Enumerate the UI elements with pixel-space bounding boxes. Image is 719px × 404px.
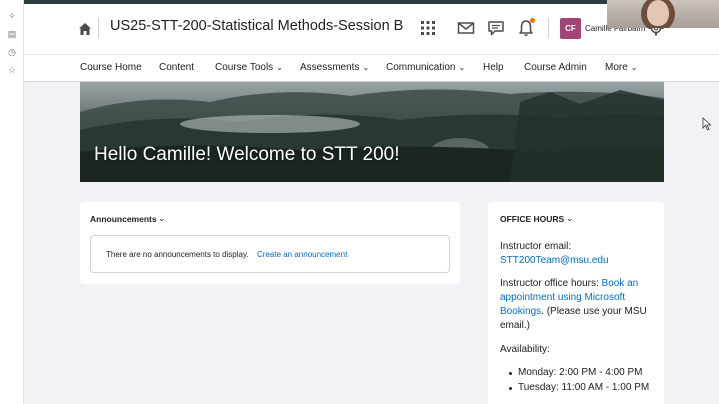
star-icon[interactable]: ☆ <box>6 64 18 76</box>
nav-assessments[interactable]: Assessments ⌄ <box>300 62 369 73</box>
nav-label: Assessments <box>300 62 360 73</box>
mouse-cursor-icon <box>702 117 712 131</box>
hours-label: Instructor office hours: <box>500 278 599 289</box>
welcome-message: Hello Camille! Welcome to STT 200! <box>94 144 400 165</box>
chat-icon[interactable] <box>486 18 506 38</box>
nav-course-home[interactable]: Course Home <box>80 62 142 73</box>
nav-help[interactable]: Help <box>483 62 504 73</box>
home-icon[interactable] <box>78 22 92 36</box>
nav-label: Communication <box>386 62 456 73</box>
create-announcement-link[interactable]: Create an announcement <box>257 250 347 259</box>
nav-content[interactable]: Content <box>159 62 194 73</box>
forest-landscape-image <box>80 89 664 182</box>
browser-side-rail: ✧ ▤ ◷ ☆ <box>0 0 24 404</box>
nav-course-tools[interactable]: Course Tools ⌄ <box>215 62 283 73</box>
announcements-box: There are no announcements to display. C… <box>90 235 450 273</box>
chevron-down-icon: ⌄ <box>458 63 466 72</box>
app-grid-icon[interactable] <box>418 18 438 38</box>
course-title[interactable]: US25-STT-200-Statistical Methods-Session… <box>110 18 403 34</box>
nav-more[interactable]: More ⌄ <box>605 62 638 73</box>
course-navbar: Course Home Content Course Tools ⌄ Assess… <box>24 54 719 82</box>
email-label: Instructor email: <box>500 241 572 252</box>
nav-label: Course Admin <box>524 62 587 73</box>
bullet <box>509 387 512 390</box>
mail-icon[interactable] <box>456 18 476 38</box>
sparkle-icon[interactable]: ✧ <box>6 10 18 22</box>
history-icon[interactable]: ◷ <box>6 46 18 58</box>
availability-label: Availability: <box>500 344 550 355</box>
availability-item: Tuesday: 11:00 AM - 1:00 PM <box>518 382 650 393</box>
webcam-face <box>647 0 669 26</box>
chevron-down-icon: ⌄ <box>362 63 370 72</box>
nav-course-admin[interactable]: Course Admin <box>524 62 587 73</box>
chevron-down-icon[interactable]: ⌄ <box>566 213 574 224</box>
hero-banner: Hello Camille! Welcome to STT 200! <box>80 82 664 182</box>
office-hours-description: Instructor office hours: Book an appoint… <box>500 277 660 333</box>
nav-communication[interactable]: Communication ⌄ <box>386 62 465 73</box>
announcements-heading: Announcements <box>90 214 157 224</box>
announcements-widget: Announcements ⌄ There are no announcemen… <box>80 202 460 284</box>
bullet <box>509 372 512 375</box>
empty-announcements-text: There are no announcements to display. <box>106 250 249 259</box>
avatar[interactable]: CF <box>560 18 581 39</box>
nav-label: More <box>605 62 628 73</box>
header-divider <box>98 18 99 38</box>
nav-label: Content <box>159 62 195 73</box>
webcam-overlay <box>607 0 719 28</box>
chevron-down-icon[interactable]: ⌄ <box>158 213 166 224</box>
instructor-email-link[interactable]: STT200Team@msu.edu <box>500 254 660 268</box>
nav-label: Course Home <box>80 62 142 73</box>
office-hours-heading: OFFICE HOURS <box>500 214 565 224</box>
availability-item: Monday: 2:00 PM - 4:00 PM <box>518 367 643 378</box>
layers-icon[interactable]: ▤ <box>6 28 18 40</box>
chevron-down-icon: ⌄ <box>276 63 283 72</box>
header-divider <box>548 18 549 38</box>
nav-label: Help <box>483 62 504 73</box>
notification-dot <box>530 18 535 23</box>
nav-label: Course Tools <box>215 62 274 73</box>
chevron-down-icon: ⌄ <box>630 63 638 72</box>
office-hours-widget: OFFICE HOURS ⌄ Instructor email: STT200T… <box>488 202 664 404</box>
